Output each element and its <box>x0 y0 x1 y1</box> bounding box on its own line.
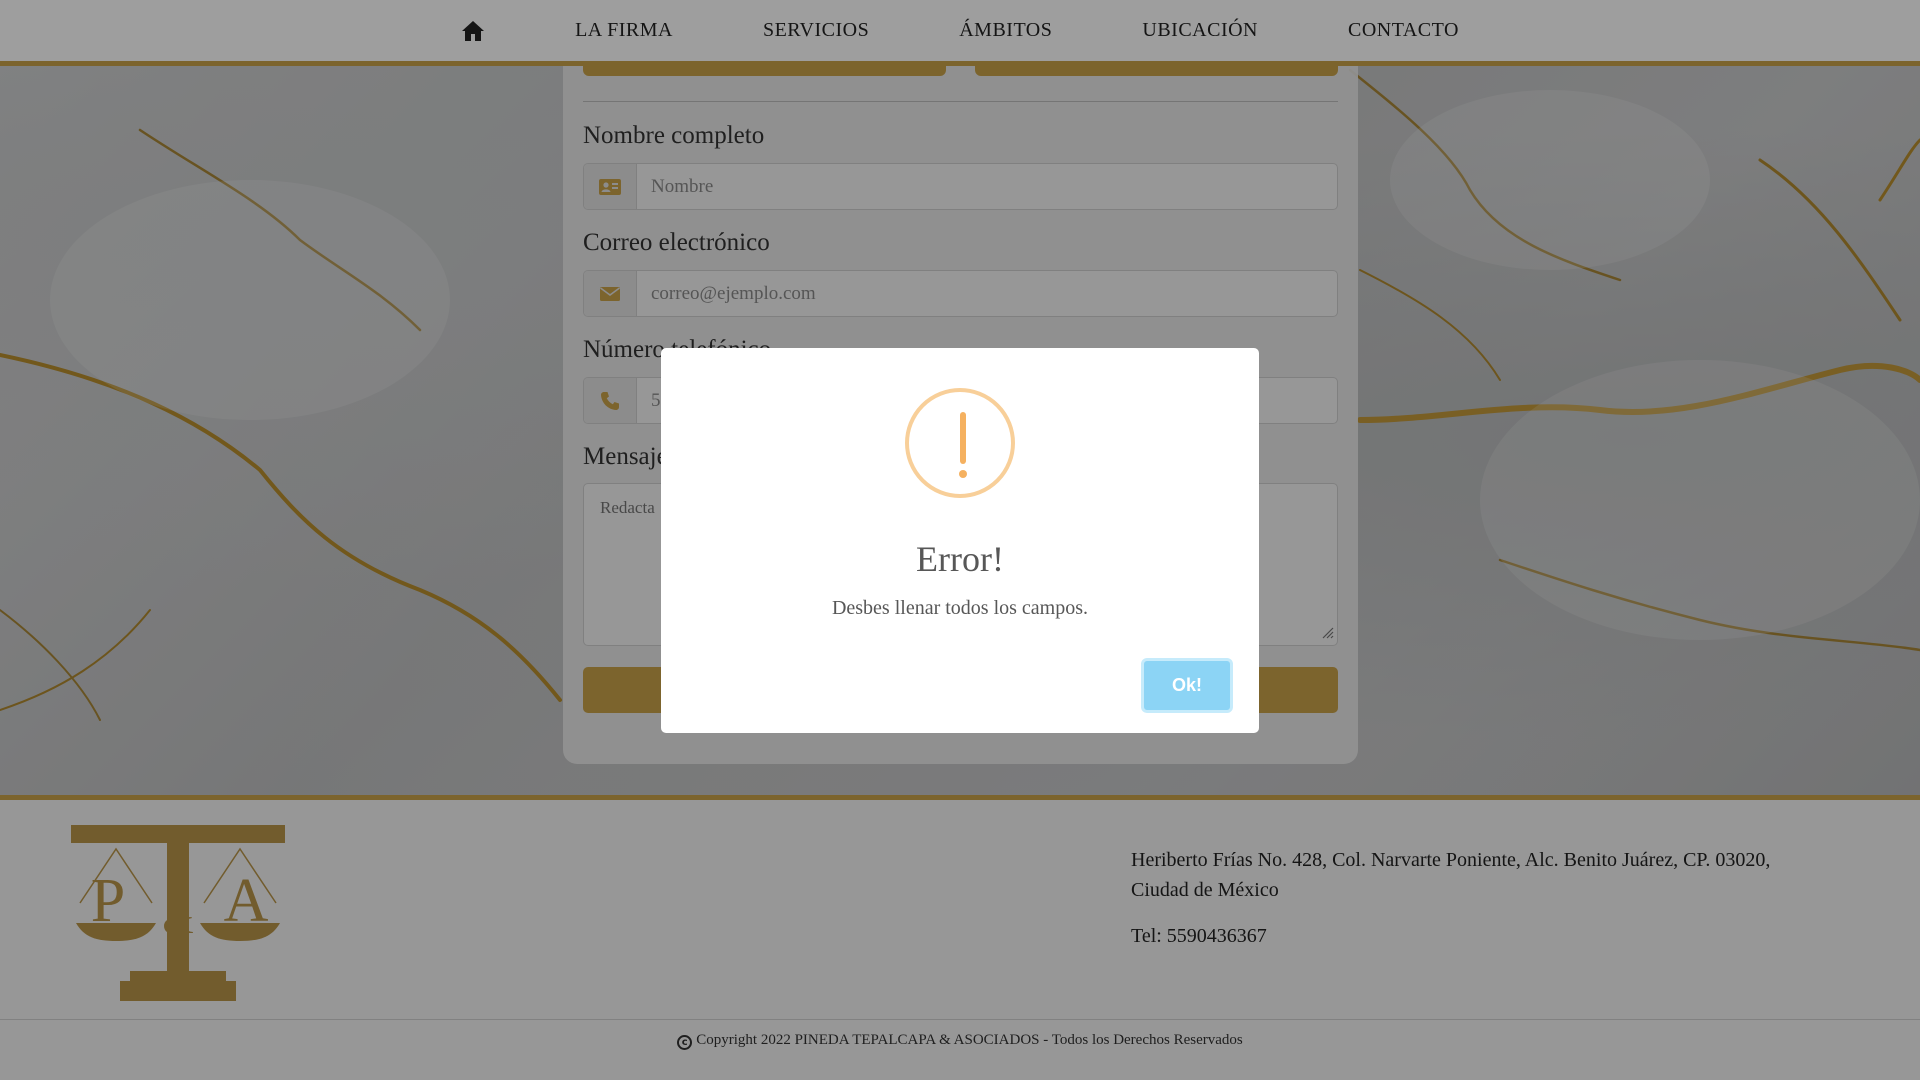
modal-message: Desbes llenar todos los campos. <box>831 597 1089 619</box>
ok-button[interactable]: Ok! <box>1141 658 1233 713</box>
warning-icon <box>905 388 1015 498</box>
error-modal: Error! Desbes llenar todos los campos. O… <box>661 348 1259 733</box>
modal-title: Error! <box>916 539 1004 579</box>
